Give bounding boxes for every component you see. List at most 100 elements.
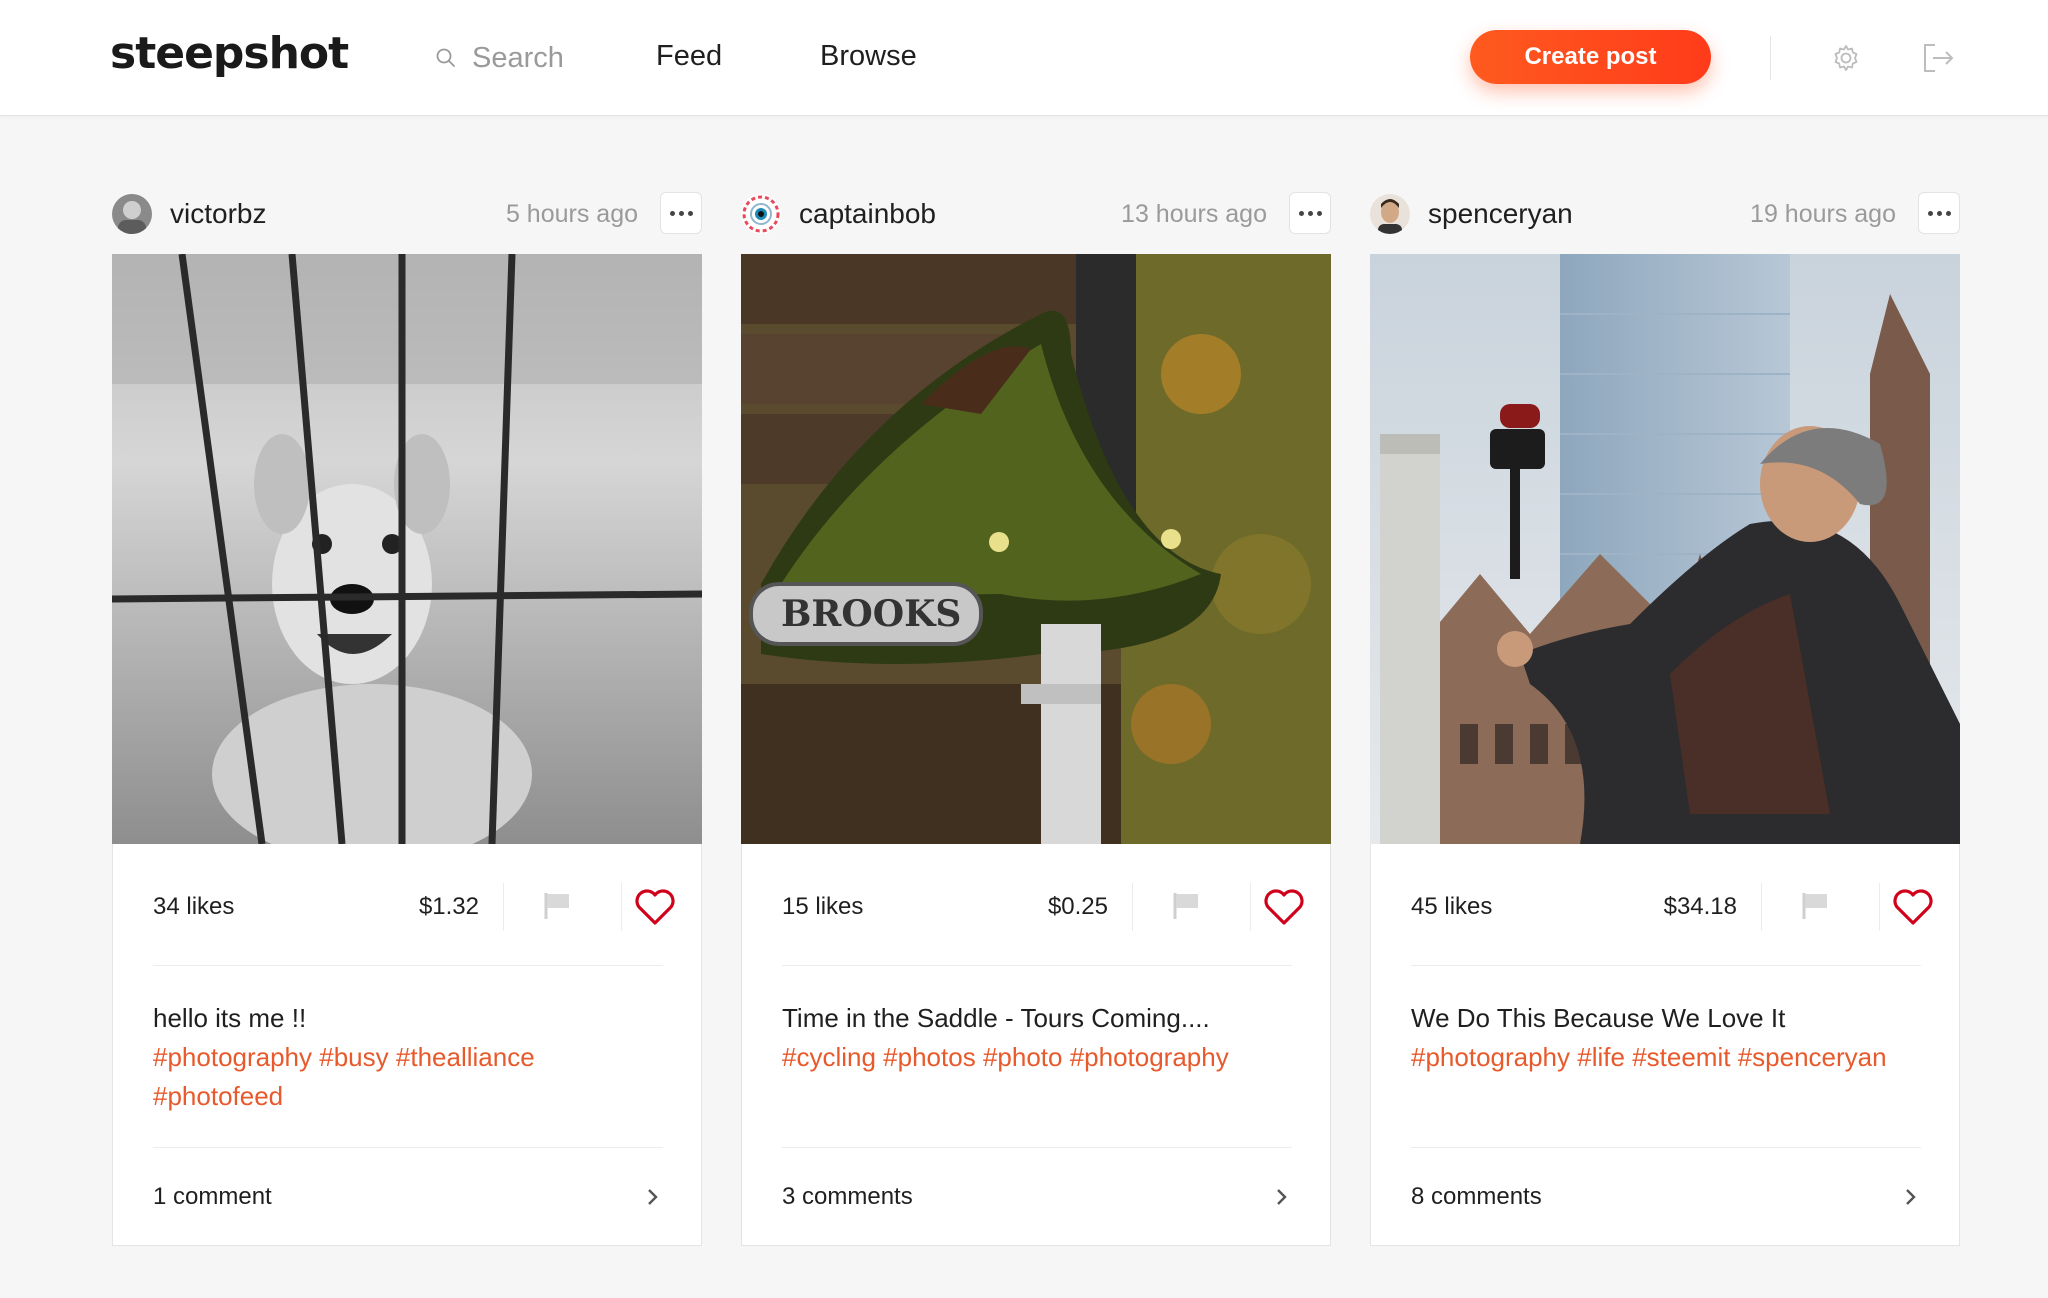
post-header: spenceryan 19 hours ago — [1370, 190, 1960, 238]
payout-value: $0.25 — [1047, 893, 1108, 920]
like-button[interactable] — [1889, 883, 1937, 931]
post-header: captainbob 13 hours ago — [741, 190, 1331, 238]
search-box[interactable] — [434, 38, 632, 78]
hashtag-link[interactable]: #photography — [1070, 1042, 1229, 1072]
divider — [621, 883, 622, 931]
comments-count: 8 comments — [1411, 1183, 1542, 1210]
flag-button[interactable] — [1795, 885, 1835, 925]
post-card: 45 likes $34.18 We Do This Because We Lo… — [1370, 254, 1960, 1246]
divider — [1879, 883, 1880, 931]
post-stats: 34 likes $1.32 — [153, 845, 675, 965]
hashtag-link[interactable]: #spenceryan — [1738, 1042, 1887, 1072]
dot — [687, 210, 693, 216]
gear-icon — [1834, 45, 1858, 71]
divider — [1250, 883, 1251, 931]
flag-button[interactable] — [537, 885, 577, 925]
username[interactable]: victorbz — [170, 198, 266, 230]
comments-count: 1 comment — [153, 1183, 272, 1210]
avatar[interactable] — [1370, 194, 1410, 234]
comments-link[interactable]: 3 comments — [782, 1177, 1292, 1217]
username[interactable]: spenceryan — [1428, 198, 1573, 230]
divider — [1132, 883, 1133, 931]
post-photo[interactable] — [1370, 254, 1960, 844]
post-photo[interactable] — [112, 254, 702, 844]
more-options-button[interactable] — [660, 192, 702, 234]
heart-icon — [1264, 889, 1304, 925]
search-input[interactable] — [472, 41, 632, 75]
divider — [1411, 1147, 1921, 1148]
post-time: 19 hours ago — [1750, 200, 1896, 228]
hashtag-link[interactable]: #photography — [153, 1042, 312, 1072]
likes-count[interactable]: 15 likes — [782, 893, 863, 921]
heart-icon — [1893, 889, 1933, 925]
post-text: hello its me !! — [153, 1003, 307, 1033]
hashtag-link[interactable]: #steemit — [1632, 1042, 1730, 1072]
steepshot-logo[interactable]: steepshot — [110, 28, 349, 79]
hashtag-link[interactable]: #photo — [983, 1042, 1063, 1072]
comments-link[interactable]: 1 comment — [153, 1177, 663, 1217]
chevron-right-icon — [1277, 1189, 1287, 1205]
hashtag-link[interactable]: #photos — [883, 1042, 976, 1072]
vlogger-photo — [1370, 254, 1960, 844]
likes-count[interactable]: 45 likes — [1411, 893, 1492, 921]
nav-feed[interactable]: Feed — [656, 40, 722, 73]
username[interactable]: captainbob — [799, 198, 936, 230]
post-header: victorbz 5 hours ago — [112, 190, 702, 238]
hashtags: #cycling #photos #photo #photography — [782, 1038, 1292, 1077]
comments-link[interactable]: 8 comments — [1411, 1177, 1921, 1217]
chevron-right-icon — [1906, 1189, 1916, 1205]
payout-value: $1.32 — [418, 893, 479, 920]
post-stats: 45 likes $34.18 — [1411, 845, 1933, 965]
flag-icon — [544, 893, 569, 919]
post-description: Time in the Saddle - Tours Coming.... #c… — [782, 999, 1292, 1077]
dot — [678, 210, 684, 216]
flag-button[interactable] — [1166, 885, 1206, 925]
flag-icon — [1802, 893, 1827, 919]
hashtag-link[interactable]: #thealliance — [396, 1042, 535, 1072]
dot — [1945, 210, 1951, 216]
avatar[interactable] — [741, 194, 781, 234]
top-navbar: steepshot Feed Browse Create post — [0, 0, 2048, 116]
likes-count[interactable]: 34 likes — [153, 893, 234, 921]
comments-count: 3 comments — [782, 1183, 913, 1210]
bike-saddle-photo: BROOKS — [741, 254, 1331, 844]
heart-icon — [635, 889, 675, 925]
hashtag-link[interactable]: #cycling — [782, 1042, 876, 1072]
dot — [1936, 210, 1942, 216]
avatar[interactable] — [112, 194, 152, 234]
hashtag-link[interactable]: #life — [1577, 1042, 1625, 1072]
logout-button[interactable] — [1920, 40, 1956, 76]
post-card: BROOKS 15 likes $0.25 Time in the Saddle… — [741, 254, 1331, 1246]
more-options-button[interactable] — [1289, 192, 1331, 234]
like-button[interactable] — [1260, 883, 1308, 931]
divider — [503, 883, 504, 931]
hashtag-link[interactable]: #busy — [319, 1042, 388, 1072]
logout-icon — [1924, 44, 1954, 72]
search-icon — [436, 48, 455, 67]
flag-icon — [1173, 893, 1198, 919]
nav-browse[interactable]: Browse — [820, 40, 917, 73]
hashtag-link[interactable]: #photography — [1411, 1042, 1570, 1072]
dot — [1927, 210, 1933, 216]
divider — [1411, 965, 1921, 966]
dot — [1316, 210, 1322, 216]
post-time: 13 hours ago — [1121, 200, 1267, 228]
like-button[interactable] — [631, 883, 679, 931]
post-description: hello its me !! #photography #busy #thea… — [153, 999, 663, 1116]
header-divider — [1770, 36, 1771, 80]
create-post-button[interactable]: Create post — [1470, 30, 1711, 84]
dot — [1298, 210, 1304, 216]
divider — [782, 1147, 1292, 1148]
hashtags: #photography #life #steemit #spenceryan — [1411, 1038, 1921, 1077]
dot — [669, 210, 675, 216]
hashtag-link[interactable]: #photofeed — [153, 1081, 283, 1111]
divider — [153, 1147, 663, 1148]
divider — [782, 965, 1292, 966]
post-description: We Do This Because We Love It #photograp… — [1411, 999, 1921, 1077]
payout-value: $34.18 — [1663, 893, 1737, 920]
settings-button[interactable] — [1828, 40, 1864, 76]
more-options-button[interactable] — [1918, 192, 1960, 234]
chevron-right-icon — [648, 1189, 658, 1205]
post-time: 5 hours ago — [505, 200, 638, 228]
post-photo[interactable]: BROOKS — [741, 254, 1331, 844]
